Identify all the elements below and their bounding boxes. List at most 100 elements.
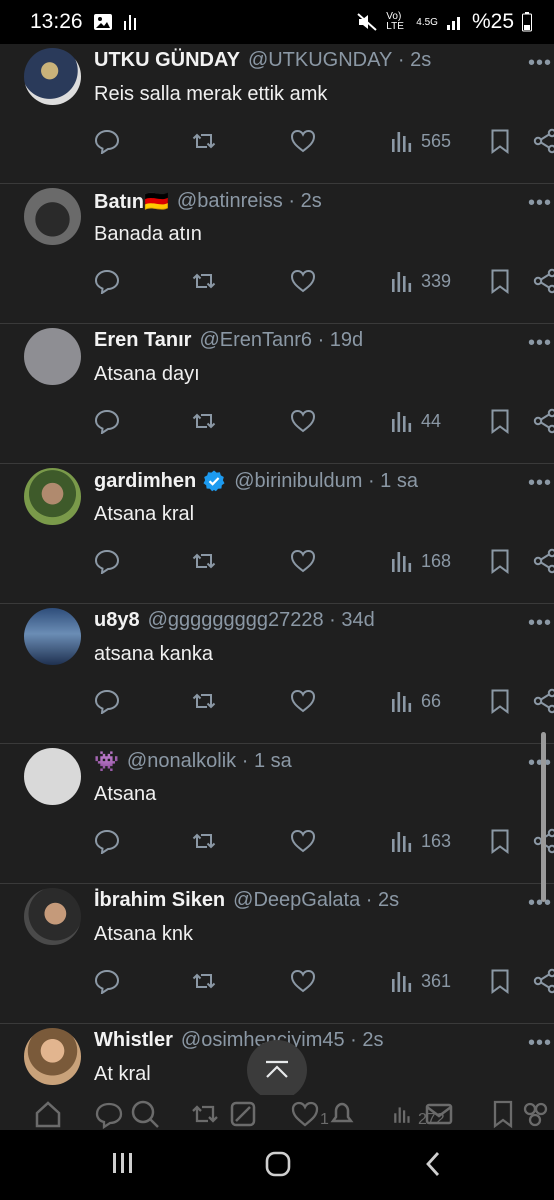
avatar[interactable] <box>24 1028 81 1085</box>
like-icon[interactable] <box>290 266 316 296</box>
reply-icon[interactable] <box>94 826 120 856</box>
tweet-row[interactable]: 👾 @nonalkolik · 1 sa ••• Atsana 163 <box>0 744 554 884</box>
mute-icon <box>357 13 377 31</box>
reply-icon[interactable] <box>94 266 120 296</box>
scroll-to-top-button[interactable] <box>247 1040 307 1100</box>
views-button[interactable]: 339 <box>389 266 451 296</box>
grok-tab-icon[interactable] <box>228 1099 258 1134</box>
views-button[interactable]: 565 <box>389 126 451 156</box>
reply-icon[interactable] <box>94 126 120 156</box>
reply-icon[interactable] <box>94 546 120 576</box>
display-name[interactable]: Batın🇩🇪 <box>94 189 169 214</box>
views-button[interactable]: 66 <box>389 686 441 716</box>
display-name[interactable]: Whistler <box>94 1029 173 1052</box>
avatar[interactable] <box>24 748 81 805</box>
views-count: 168 <box>421 550 452 571</box>
display-name[interactable]: 👾 <box>94 749 119 774</box>
reply-icon <box>94 1099 124 1134</box>
signal-icon <box>446 17 460 30</box>
avatar[interactable] <box>24 188 81 245</box>
share-icon[interactable] <box>532 686 554 716</box>
retweet-icon[interactable] <box>191 126 217 156</box>
tweet-row[interactable]: Eren Tanır @ErenTanr6 · 19d ••• Atsana d… <box>0 324 554 464</box>
avatar[interactable] <box>24 608 81 665</box>
handle[interactable]: @DeepGalata <box>233 889 360 912</box>
like-icon[interactable] <box>290 406 316 436</box>
tweet-row[interactable]: gardimhen @birinibuldum · 1 sa ••• Atsan… <box>0 464 554 604</box>
avatar[interactable] <box>24 888 81 945</box>
retweet-icon[interactable] <box>191 546 217 576</box>
more-options-icon[interactable]: ••• <box>528 1032 552 1055</box>
tweet-header: İbrahim Siken @DeepGalata · 2s <box>94 889 399 912</box>
bookmark-icon[interactable] <box>487 686 513 716</box>
tweet-row[interactable]: Batın🇩🇪 @batinreiss · 2s ••• Banada atın… <box>0 184 554 324</box>
tweet-row[interactable]: UTKU GÜNDAY @UTKUGNDAY · 2s ••• Reis sal… <box>0 44 554 184</box>
display-name[interactable]: Eren Tanır <box>94 329 191 352</box>
bookmark-icon[interactable] <box>487 826 513 856</box>
reply-icon[interactable] <box>94 966 120 996</box>
display-name[interactable]: UTKU GÜNDAY <box>94 49 240 72</box>
handle[interactable]: @nonalkolik <box>127 750 236 773</box>
bookmark-icon[interactable] <box>487 266 513 296</box>
like-icon[interactable] <box>290 686 316 716</box>
more-options-icon[interactable]: ••• <box>528 752 552 775</box>
display-name[interactable]: gardimhen <box>94 470 196 493</box>
bookmark-icon[interactable] <box>487 546 513 576</box>
retweet-icon[interactable] <box>191 406 217 436</box>
views-button[interactable]: 163 <box>389 826 451 856</box>
more-options-icon[interactable]: ••• <box>528 472 552 495</box>
avatar[interactable] <box>24 328 81 385</box>
handle[interactable]: @birinibuldum <box>234 470 362 493</box>
share-icon[interactable] <box>532 266 554 296</box>
views-button[interactable]: 168 <box>389 546 451 576</box>
bookmark-icon[interactable] <box>487 966 513 996</box>
retweet-icon[interactable] <box>191 826 217 856</box>
tweet-row[interactable]: u8y8 @ggggggggg27228 · 34d ••• atsana ka… <box>0 604 554 744</box>
avatar[interactable] <box>24 48 81 105</box>
views-button[interactable]: 44 <box>389 406 441 436</box>
separator-dot: · <box>282 190 301 212</box>
messages-tab-icon[interactable] <box>424 1099 454 1134</box>
back-button[interactable] <box>420 1150 446 1183</box>
reply-feed[interactable]: UTKU GÜNDAY @UTKUGNDAY · 2s ••• Reis sal… <box>0 44 554 1130</box>
display-name[interactable]: u8y8 <box>94 609 140 632</box>
like-icon[interactable] <box>290 966 316 996</box>
handle[interactable]: @batinreiss <box>177 190 283 213</box>
retweet-icon[interactable] <box>191 966 217 996</box>
retweet-icon[interactable] <box>191 266 217 296</box>
share-icon[interactable] <box>532 406 554 436</box>
views-button[interactable]: 361 <box>389 966 451 996</box>
display-name[interactable]: İbrahim Siken <box>94 889 225 912</box>
tweet-actions: 163 <box>0 826 554 856</box>
handle[interactable]: @ErenTanr6 <box>199 329 312 352</box>
handle[interactable]: @UTKUGNDAY <box>248 49 392 72</box>
home-tab-icon[interactable] <box>33 1099 63 1134</box>
scrollbar[interactable] <box>541 732 546 902</box>
recent-apps-button[interactable] <box>110 1150 136 1181</box>
reply-icon[interactable] <box>94 686 120 716</box>
more-options-icon[interactable]: ••• <box>528 192 552 215</box>
search-tab-icon[interactable] <box>130 1099 160 1134</box>
separator-dot: · <box>236 750 254 772</box>
more-options-icon[interactable]: ••• <box>528 612 552 635</box>
communities-tab-icon[interactable] <box>520 1099 550 1134</box>
avatar[interactable] <box>24 468 81 525</box>
handle[interactable]: @ggggggggg27228 <box>148 609 324 632</box>
more-options-icon[interactable]: ••• <box>528 332 552 355</box>
notifications-tab-icon[interactable] <box>327 1099 357 1134</box>
reply-icon[interactable] <box>94 406 120 436</box>
like-icon[interactable] <box>290 126 316 156</box>
bookmark-icon[interactable] <box>487 406 513 436</box>
retweet-icon[interactable] <box>191 686 217 716</box>
more-options-icon[interactable]: ••• <box>528 892 552 915</box>
views-count: 163 <box>421 830 452 851</box>
home-button[interactable] <box>264 1150 292 1183</box>
share-icon[interactable] <box>532 546 554 576</box>
bookmark-icon[interactable] <box>487 126 513 156</box>
share-icon[interactable] <box>532 966 554 996</box>
like-icon[interactable] <box>290 826 316 856</box>
tweet-row[interactable]: İbrahim Siken @DeepGalata · 2s ••• Atsan… <box>0 884 554 1024</box>
share-icon[interactable] <box>532 126 554 156</box>
like-icon[interactable] <box>290 546 316 576</box>
more-options-icon[interactable]: ••• <box>528 52 552 75</box>
